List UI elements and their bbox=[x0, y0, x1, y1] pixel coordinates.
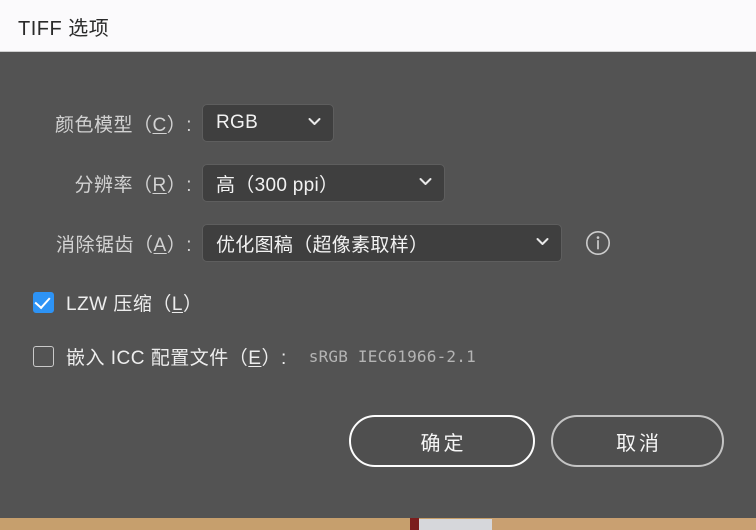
embed-icc-checkbox[interactable] bbox=[33, 346, 54, 367]
dialog-titlebar: TIFF 选项 bbox=[0, 0, 756, 52]
embed-icc-row[interactable]: 嵌入 ICC 配置文件（E）: sRGB IEC61966-2.1 bbox=[33, 343, 476, 370]
anti-alias-select[interactable]: 优化图稿（超像素取样） bbox=[202, 224, 562, 262]
resolution-select[interactable]: 高（300 ppi） bbox=[202, 164, 445, 202]
color-model-accelerator: C bbox=[152, 114, 167, 136]
color-model-label: 颜色模型（C）: bbox=[54, 114, 192, 136]
anti-alias-accelerator: A bbox=[153, 234, 167, 256]
ok-button[interactable]: 确定 bbox=[349, 415, 535, 467]
resolution-value: 高（300 ppi） bbox=[216, 174, 339, 196]
ok-button-label: 确定 bbox=[420, 432, 467, 455]
resolution-accelerator: R bbox=[152, 174, 167, 196]
tiff-options-dialog: TIFF 选项 颜色模型（C）: RGB 分辨率（R）: 高（300 ppi） bbox=[0, 0, 756, 530]
strip-segment-accent bbox=[410, 518, 419, 530]
anti-alias-value: 优化图稿（超像素取样） bbox=[216, 234, 429, 256]
color-model-value: RGB bbox=[216, 112, 259, 133]
cancel-button[interactable]: 取消 bbox=[551, 415, 724, 467]
bottom-desktop-strip bbox=[0, 518, 756, 530]
chevron-down-icon bbox=[536, 235, 549, 248]
lzw-compression-row[interactable]: LZW 压缩（L） bbox=[33, 289, 202, 316]
strip-segment-window bbox=[419, 519, 492, 530]
chevron-down-icon bbox=[308, 115, 321, 128]
color-model-select[interactable]: RGB bbox=[202, 104, 334, 142]
strip-segment-left bbox=[0, 518, 410, 530]
cancel-button-label: 取消 bbox=[616, 432, 662, 455]
info-circle-icon[interactable] bbox=[585, 230, 611, 256]
resolution-row: 分辨率（R）: 高（300 ppi） bbox=[0, 164, 460, 202]
dialog-body: 颜色模型（C）: RGB 分辨率（R）: 高（300 ppi） 消除锯齿（A）: bbox=[0, 52, 756, 518]
embed-icc-label: 嵌入 ICC 配置文件（E）: bbox=[66, 348, 287, 369]
embed-icc-profile-value: sRGB IEC61966-2.1 bbox=[308, 347, 476, 366]
chevron-down-icon bbox=[419, 175, 432, 188]
anti-alias-row: 消除锯齿（A）: 优化图稿（超像素取样） bbox=[0, 224, 620, 262]
color-model-row: 颜色模型（C）: RGB bbox=[0, 104, 350, 142]
dialog-title: TIFF 选项 bbox=[18, 18, 110, 40]
embed-icc-accelerator: E bbox=[248, 348, 262, 369]
lzw-compression-checkbox[interactable] bbox=[33, 292, 54, 313]
strip-segment-right bbox=[492, 518, 756, 530]
anti-alias-label: 消除锯齿（A）: bbox=[56, 234, 192, 256]
lzw-compression-label: LZW 压缩（L） bbox=[66, 294, 203, 315]
lzw-compression-accelerator: L bbox=[171, 294, 183, 315]
check-icon bbox=[34, 292, 51, 310]
resolution-label: 分辨率（R）: bbox=[74, 174, 192, 196]
